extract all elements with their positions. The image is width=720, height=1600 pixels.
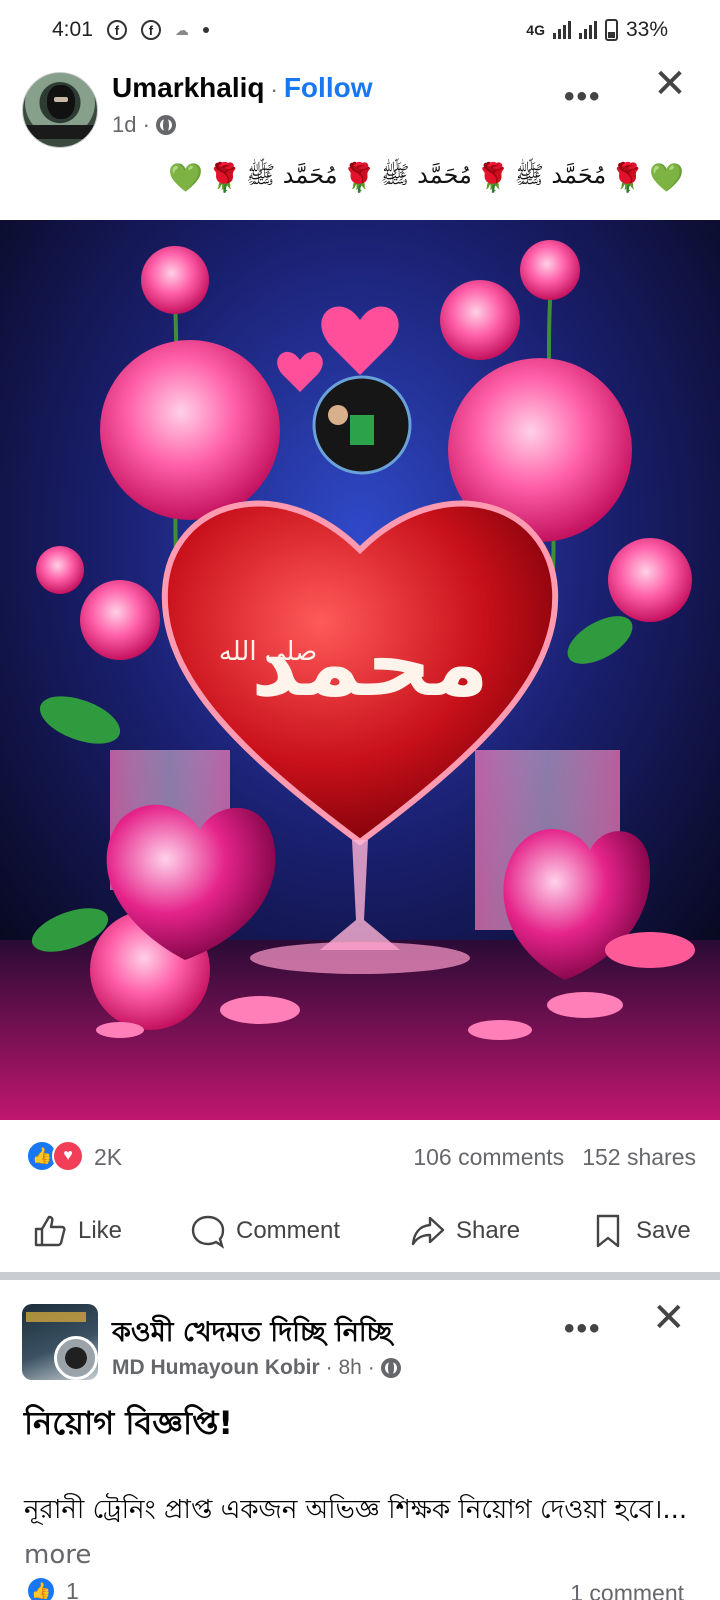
author-name[interactable]: Umarkhaliq — [112, 72, 265, 104]
status-bar: 4:01 f f ☁ 4G 33% — [0, 0, 720, 60]
more-options-icon[interactable]: ••• — [564, 80, 602, 114]
save-label: Save — [636, 1217, 691, 1244]
love-reaction-icon: ♥ — [52, 1140, 84, 1172]
rose-emoji: 🌹 — [341, 162, 377, 193]
feed-divider — [0, 1272, 720, 1280]
signal-icon-2 — [578, 21, 597, 39]
post2-heading: নিয়োগ বিজ্ঞপ্তি! — [24, 1404, 233, 1442]
reaction-count[interactable]: 2K — [94, 1144, 122, 1171]
facebook-notification-icon: f — [106, 20, 127, 40]
post2-body-text: নূরানী ট্রেনিং প্রাপ্ত একজন অভিজ্ঞ শিক্ষ… — [24, 1495, 688, 1525]
facebook-notification-icon-2: f — [140, 20, 161, 40]
comment-button[interactable]: Comment — [190, 1213, 340, 1249]
post-header: Umarkhaliq · Follow 1d · ••• ✕ — [0, 64, 720, 156]
feed-post-2: কওমী খেদমত দিচ্ছি নিচ্ছি MD Humayoun Kob… — [0, 1280, 720, 1600]
caption-arabic-text: مُحَمَّد ﷺ — [380, 161, 472, 189]
like-reaction-icon: 👍 — [26, 1576, 56, 1600]
clock: 4:01 — [52, 18, 93, 41]
reaction-icons[interactable]: 👍 ♥ — [26, 1140, 84, 1172]
close-icon[interactable]: ✕ — [652, 64, 688, 104]
rose-emoji: 🌹 — [475, 162, 511, 193]
reactions-bar: 👍 ♥ 2K 106 comments 152 shares — [0, 1128, 720, 1184]
share-arrow-icon — [411, 1216, 445, 1246]
post2-body: নূরানী ট্রেনিং প্রাপ্ত একজন অভিজ্ঞ শিক্ষ… — [24, 1488, 704, 1578]
battery-icon — [604, 19, 618, 41]
more-options-icon[interactable]: ••• — [564, 1312, 602, 1346]
save-button[interactable]: Save — [590, 1213, 691, 1249]
post2-author[interactable]: MD Humayoun Kobir — [112, 1356, 320, 1380]
author-avatar[interactable] — [22, 72, 98, 148]
post2-like-count[interactable]: 1 — [66, 1578, 79, 1600]
separator: · — [270, 77, 278, 102]
share-count[interactable]: 152 shares — [582, 1144, 696, 1171]
like-label: Like — [78, 1217, 123, 1244]
more-notifications-dot — [202, 27, 209, 33]
author-mini-avatar — [54, 1336, 98, 1380]
comment-count[interactable]: 106 comments — [413, 1144, 564, 1171]
signal-icon — [552, 21, 571, 39]
rose-emoji: 🌹 — [207, 162, 243, 193]
share-label: Share — [456, 1217, 521, 1244]
like-button[interactable]: Like — [32, 1213, 122, 1249]
group-name[interactable]: কওমী খেদমত দিচ্ছি নিচ্ছি — [112, 1312, 392, 1357]
follow-button[interactable]: Follow — [284, 72, 373, 104]
post2-comment-count[interactable]: 1 comment — [570, 1580, 684, 1600]
close-icon[interactable]: ✕ — [652, 1298, 686, 1338]
post2-time: · 8h · — [325, 1356, 375, 1379]
bookmark-icon — [596, 1214, 620, 1248]
post-time: 1d · — [112, 112, 150, 137]
comment-label: Comment — [236, 1217, 341, 1244]
see-more-link[interactable]: more — [24, 1540, 91, 1570]
battery-level: 33% — [625, 18, 668, 41]
globe-icon — [155, 115, 176, 135]
thumbs-up-icon — [34, 1215, 66, 1247]
group-avatar[interactable] — [22, 1304, 98, 1380]
green-heart-emoji: 💚 — [649, 162, 684, 193]
post-image[interactable]: محمد صلى الله — [0, 220, 720, 1120]
calligraphy-honorific: صلى الله — [219, 637, 317, 667]
post-caption: 💚 🌹 مُحَمَّد ﷺ 🌹 مُحَمَّد ﷺ 🌹 مُحَمَّد ﷺ… — [168, 160, 684, 195]
share-button[interactable]: Share — [410, 1213, 520, 1249]
network-type: 4G — [526, 22, 545, 38]
rose-emoji: 🌹 — [610, 162, 646, 193]
caption-arabic-text: مُحَمَّد ﷺ — [514, 161, 607, 189]
post-actions: Like Comment Share Save — [0, 1196, 720, 1266]
cloud-icon: ☁ — [174, 21, 189, 38]
green-heart-emoji: 💚 — [168, 162, 204, 193]
comment-bubble-icon — [191, 1215, 225, 1249]
caption-arabic-text: مُحَمَّد ﷺ — [246, 161, 338, 189]
globe-icon — [380, 1358, 401, 1378]
